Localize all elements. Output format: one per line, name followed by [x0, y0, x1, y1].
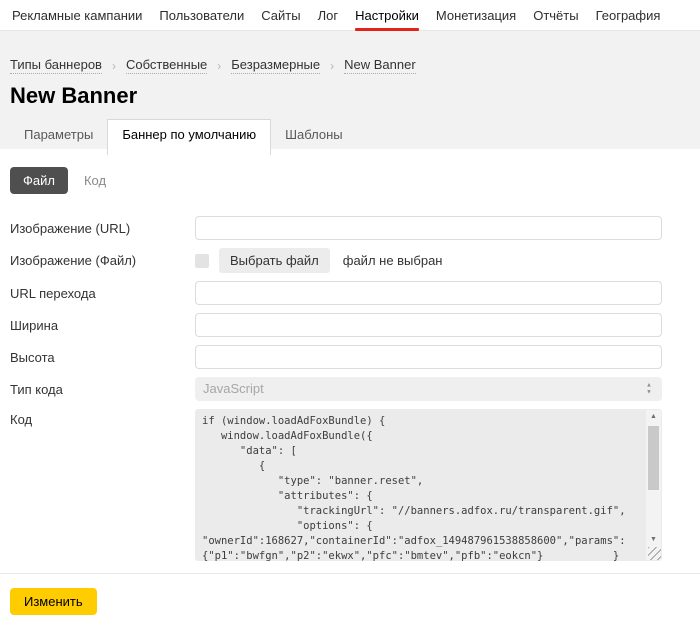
file-status-text: файл не выбран [343, 253, 443, 268]
scroll-up-icon[interactable]: ▲ [646, 413, 661, 420]
select-updown-icon: ▲▼ [646, 383, 652, 396]
form-row-click-url: URL перехода [10, 281, 688, 305]
file-mode-button[interactable]: Файл [10, 167, 68, 194]
top-navigation: Рекламные кампании Пользователи Сайты Ло… [0, 0, 700, 31]
scroll-down-icon[interactable]: ▼ [646, 536, 661, 543]
width-label: Ширина [10, 318, 195, 333]
code-type-label: Тип кода [10, 382, 195, 397]
breadcrumb-current-banner[interactable]: New Banner [344, 57, 416, 74]
breadcrumb-banner-types[interactable]: Типы баннеров [10, 57, 102, 74]
nav-item-monetization[interactable]: Монетизация [436, 0, 516, 30]
breadcrumb: Типы баннеров › Собственные › Безразмерн… [10, 57, 688, 74]
code-type-select[interactable]: JavaScript ▲▼ [195, 377, 662, 401]
width-input[interactable] [195, 313, 662, 337]
height-input[interactable] [195, 345, 662, 369]
form-row-height: Высота [10, 345, 688, 369]
page-header: Типы баннеров › Собственные › Безразмерн… [0, 31, 700, 149]
nav-item-campaigns[interactable]: Рекламные кампании [12, 0, 142, 30]
resize-grip-icon[interactable] [648, 547, 661, 560]
form-row-code: Код if (window.loadAdFoxBundle) { window… [10, 409, 688, 561]
click-url-label: URL перехода [10, 286, 195, 301]
nav-item-reports[interactable]: Отчёты [533, 0, 578, 30]
nav-item-users[interactable]: Пользователи [159, 0, 244, 30]
chevron-right-icon: › [217, 59, 221, 73]
click-url-input[interactable] [195, 281, 662, 305]
code-label: Код [10, 409, 195, 427]
image-url-label: Изображение (URL) [10, 221, 195, 236]
code-scrollbar[interactable]: ▲ ▼ [646, 410, 661, 560]
breadcrumb-sizeless[interactable]: Безразмерные [231, 57, 320, 74]
breadcrumb-own-banners[interactable]: Собственные [126, 57, 207, 74]
tab-parameters[interactable]: Параметры [10, 120, 107, 149]
form-row-image-url: Изображение (URL) [10, 216, 688, 240]
choose-file-button[interactable]: Выбрать файл [219, 248, 330, 273]
code-textarea[interactable]: if (window.loadAdFoxBundle) { window.loa… [195, 409, 662, 561]
image-url-input[interactable] [195, 216, 662, 240]
submit-button[interactable]: Изменить [10, 588, 97, 615]
page-title: New Banner [10, 83, 688, 109]
code-mode-button[interactable]: Код [84, 173, 106, 188]
banner-mode-toggle: Файл Код [10, 167, 688, 194]
code-text: if (window.loadAdFoxBundle) { window.loa… [195, 409, 662, 561]
chevron-right-icon: › [330, 59, 334, 73]
chevron-right-icon: › [112, 59, 116, 73]
footer: Изменить [0, 574, 700, 615]
form-row-image-file: Изображение (Файл) Выбрать файл файл не … [10, 248, 688, 273]
form-row-width: Ширина [10, 313, 688, 337]
nav-item-geography[interactable]: География [596, 0, 661, 30]
nav-item-settings[interactable]: Настройки [355, 0, 419, 30]
image-file-checkbox[interactable] [195, 254, 209, 268]
form-row-code-type: Тип кода JavaScript ▲▼ [10, 377, 688, 401]
banner-form: Изображение (URL) Изображение (Файл) Выб… [10, 216, 688, 561]
tab-content: Файл Код Изображение (URL) Изображение (… [0, 149, 700, 561]
tab-templates[interactable]: Шаблоны [271, 120, 357, 149]
nav-item-log[interactable]: Лог [318, 0, 339, 30]
height-label: Высота [10, 350, 195, 365]
code-type-selected-value: JavaScript [195, 377, 662, 401]
image-file-label: Изображение (Файл) [10, 253, 195, 268]
tab-default-banner[interactable]: Баннер по умолчанию [107, 119, 271, 155]
scrollbar-thumb[interactable] [648, 426, 659, 490]
tab-bar: Параметры Баннер по умолчанию Шаблоны [10, 119, 688, 149]
nav-item-sites[interactable]: Сайты [261, 0, 300, 30]
